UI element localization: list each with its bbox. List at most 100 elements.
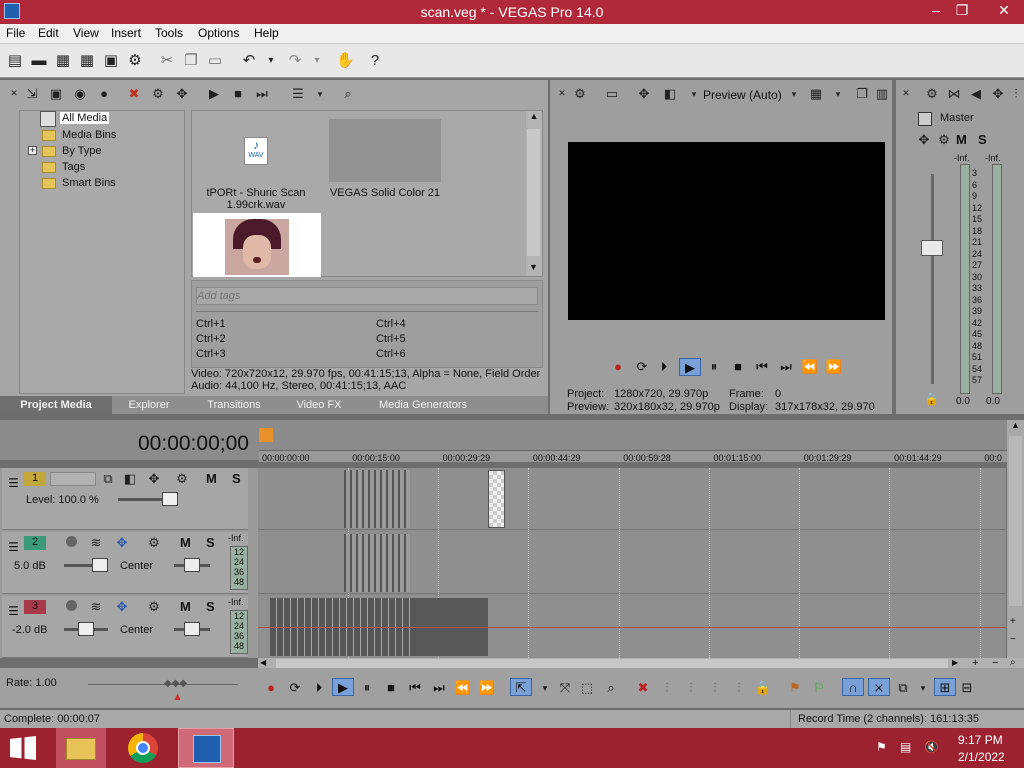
mute-button[interactable]: M bbox=[180, 535, 191, 550]
previous-frame-icon[interactable]: ⏪ bbox=[454, 679, 472, 697]
zoom-edit-tool-icon[interactable]: ⌕ bbox=[602, 679, 620, 697]
panel-close-icon[interactable]: ✕ bbox=[554, 85, 570, 101]
menu-edit[interactable]: Edit bbox=[38, 26, 59, 40]
level-slider-handle[interactable] bbox=[162, 492, 178, 506]
overlays-dropdown-icon[interactable]: ▾ bbox=[830, 86, 846, 102]
capture-video-icon[interactable]: ▣ bbox=[48, 86, 64, 102]
open-icon[interactable]: ▬ bbox=[30, 52, 48, 70]
network-icon[interactable]: ▤ bbox=[900, 740, 911, 754]
video-event-solid-color[interactable] bbox=[488, 470, 505, 528]
search-icon[interactable]: ⌕ bbox=[340, 86, 356, 102]
next-frame-icon[interactable]: ⏩ bbox=[478, 679, 496, 697]
arm-record-icon[interactable] bbox=[66, 536, 77, 547]
scroll-right-icon[interactable]: ▶ bbox=[952, 658, 958, 667]
marker-flag-icon[interactable] bbox=[259, 428, 273, 442]
track-header-3[interactable]: ☰ 3 ≋ ✥ ⚙ M S -2.0 dB Center -Inf. 12 24 3… bbox=[2, 596, 248, 658]
redo-icon[interactable]: ↷ bbox=[286, 52, 304, 70]
menu-help[interactable]: Help bbox=[254, 26, 279, 40]
master-lock-icon[interactable]: 🔒 bbox=[924, 392, 939, 406]
track-fx-icon[interactable]: ⚙ bbox=[146, 535, 162, 551]
mute-button[interactable]: M bbox=[180, 599, 191, 614]
taskbar-vegas-pro[interactable] bbox=[178, 728, 234, 768]
arm-record-icon[interactable] bbox=[66, 600, 77, 611]
master-fader-icon[interactable]: ⫶ bbox=[1008, 86, 1024, 102]
panel-close-icon[interactable]: ✕ bbox=[6, 85, 22, 101]
tab-project-media[interactable]: Project Media bbox=[0, 396, 112, 414]
tree-all-media[interactable]: All Media bbox=[60, 112, 110, 124]
stop-icon[interactable]: ■ bbox=[382, 679, 400, 697]
master-fader-handle[interactable] bbox=[921, 240, 943, 256]
go-to-start-icon[interactable]: ⏮ bbox=[406, 679, 424, 697]
panel-close-icon[interactable]: ✕ bbox=[898, 85, 914, 101]
track-header-1[interactable]: ☰ 1 ⧉ ◧ ✥ ⚙ M S Level: 100.0 % bbox=[2, 468, 248, 530]
media-generators-icon[interactable]: ✥ bbox=[174, 86, 190, 102]
preview-fx-icon[interactable]: ◧ bbox=[662, 86, 678, 102]
insert-marker-icon[interactable]: ⚑ bbox=[786, 679, 804, 697]
lock-envelopes-icon[interactable]: ⊞ bbox=[934, 678, 956, 696]
collapse-icon[interactable]: ☰ bbox=[8, 476, 19, 490]
maximize-button[interactable]: ❐ bbox=[947, 0, 977, 22]
pause-icon[interactable]: ⏸ bbox=[705, 358, 723, 376]
auto-preview-icon[interactable]: ⏭ bbox=[254, 86, 270, 102]
menu-options[interactable]: Options bbox=[198, 26, 239, 40]
taskbar-chrome[interactable] bbox=[118, 728, 168, 768]
properties-icon[interactable]: ⚙ bbox=[126, 52, 144, 70]
tab-transitions[interactable]: Transitions bbox=[186, 396, 282, 414]
tree-media-bins[interactable]: Media Bins bbox=[62, 129, 116, 141]
enable-snapping-icon[interactable]: ✋ bbox=[336, 52, 355, 70]
volume-slider-handle[interactable] bbox=[78, 622, 94, 636]
undo-dropdown-icon[interactable]: ▾ bbox=[262, 52, 280, 70]
pan-slider-handle[interactable] bbox=[184, 558, 200, 572]
scroll-up-icon[interactable]: ▲ bbox=[526, 111, 542, 121]
track-header-2[interactable]: ☰ 2 ≋ ✥ ⚙ M S 5.0 dB Center -Inf. 12 24 36… bbox=[2, 532, 248, 594]
get-media-from-web-icon[interactable]: ● bbox=[96, 86, 112, 102]
menu-tools[interactable]: Tools bbox=[155, 26, 183, 40]
tab-explorer[interactable]: Explorer bbox=[112, 396, 186, 414]
insert-region-icon[interactable]: ⚐ bbox=[810, 679, 828, 697]
save-snapshot-icon[interactable]: ▥ bbox=[874, 86, 890, 102]
track-motion-icon[interactable]: ✥ bbox=[146, 471, 162, 487]
save-as-icon[interactable]: ▦ bbox=[78, 52, 96, 70]
clock-time[interactable]: 9:17 PM bbox=[958, 733, 1003, 747]
ripple-dropdown-icon[interactable]: ▾ bbox=[914, 679, 932, 697]
external-monitor-icon[interactable]: ▭ bbox=[604, 86, 620, 102]
master-mute-button[interactable]: M bbox=[956, 132, 967, 147]
pause-icon[interactable]: ⏸ bbox=[358, 679, 376, 697]
preview-quality-dropdown-icon[interactable]: ▾ bbox=[786, 86, 802, 102]
loop-playback-icon[interactable]: ⟳ bbox=[633, 358, 651, 376]
add-tags-input[interactable] bbox=[196, 287, 538, 305]
zoom-in-vertical-icon[interactable]: + bbox=[1010, 616, 1016, 627]
action-center-flag-icon[interactable]: ⚑ bbox=[876, 740, 887, 754]
pan-slider-handle[interactable] bbox=[184, 622, 200, 636]
volume-envelope-line[interactable] bbox=[258, 627, 1006, 628]
next-frame-icon[interactable]: ⏩ bbox=[825, 358, 843, 376]
split-screen-icon[interactable]: ✥ bbox=[636, 86, 652, 102]
invert-phase-icon[interactable]: ≋ bbox=[88, 535, 104, 551]
zoom-out-vertical-icon[interactable]: − bbox=[1010, 634, 1016, 645]
solo-button[interactable]: S bbox=[232, 471, 241, 486]
envelope-tool-icon[interactable]: ⤧ bbox=[556, 679, 574, 697]
scroll-left-icon[interactable]: ◀ bbox=[260, 658, 266, 667]
master-solo-button[interactable]: S bbox=[978, 132, 987, 147]
tree-tags[interactable]: Tags bbox=[62, 161, 85, 173]
new-icon[interactable]: ▤ bbox=[6, 52, 24, 70]
mute-button[interactable]: M bbox=[206, 471, 217, 486]
whats-this-help-icon[interactable]: ? bbox=[366, 52, 384, 70]
tab-media-generators[interactable]: Media Generators bbox=[356, 396, 490, 414]
tab-video-fx[interactable]: Video FX bbox=[282, 396, 356, 414]
volume-muted-icon[interactable]: 🔇 bbox=[924, 740, 939, 754]
play-from-start-icon[interactable]: ⏵ bbox=[655, 358, 673, 376]
scroll-down-icon[interactable]: ▼ bbox=[529, 262, 538, 272]
clock-date[interactable]: 2/1/2022 bbox=[958, 750, 1005, 764]
mixing-console-icon[interactable]: ✥ bbox=[990, 86, 1006, 102]
media-item-wav-name[interactable]: tPORt - Shuric Scan 1.99crk.wav bbox=[192, 187, 320, 211]
invert-phase-icon[interactable]: ≋ bbox=[88, 599, 104, 615]
volume-slider-handle[interactable] bbox=[92, 558, 108, 572]
preview-quality-select[interactable]: Preview (Auto) bbox=[703, 88, 782, 102]
track-name-field[interactable] bbox=[50, 472, 96, 486]
overlays-grid-icon[interactable]: ▦ bbox=[808, 86, 824, 102]
ignore-event-grouping-icon[interactable]: ⊟ bbox=[958, 679, 976, 697]
zoom-tool-icon[interactable]: ⌕ bbox=[1010, 657, 1016, 668]
get-media-from-cd-icon[interactable]: ◉ bbox=[72, 86, 88, 102]
track-fx-icon[interactable]: ⚙ bbox=[146, 599, 162, 615]
